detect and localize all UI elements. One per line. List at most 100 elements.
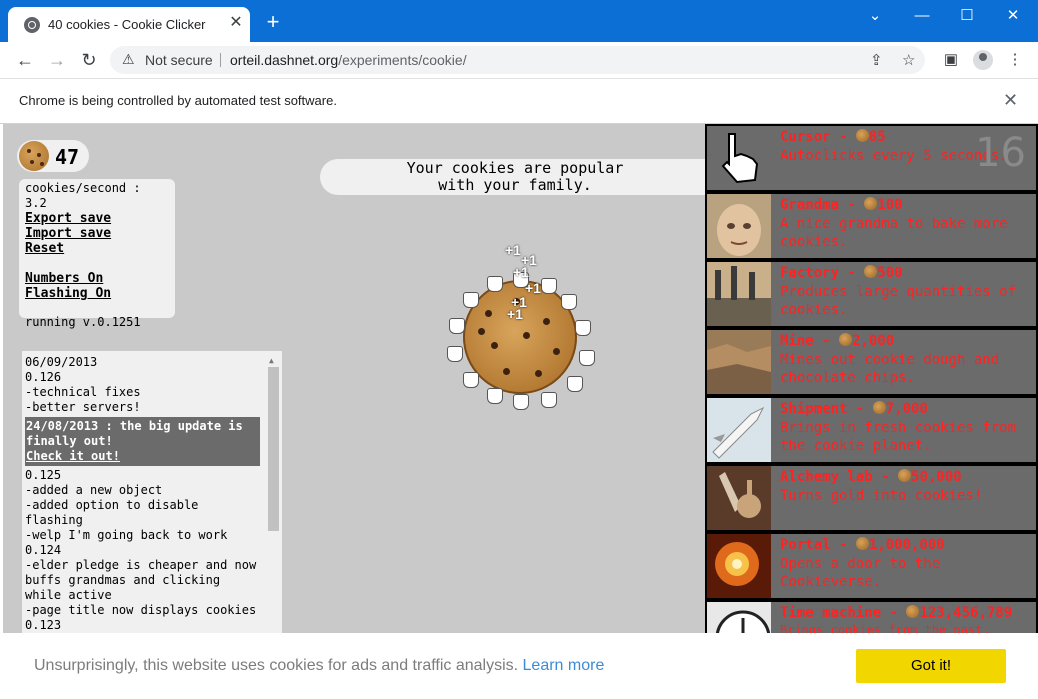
- close-window-button[interactable]: ✕: [998, 6, 1028, 26]
- browser-toolbar: ← → ↻ ⚠ Not secure orteil.dashnet.org/ex…: [0, 42, 1038, 79]
- store-item-portal[interactable]: Portal - 1,000,000 Opens a door to the C…: [707, 534, 1036, 598]
- cursor-icon: [707, 126, 771, 190]
- cursor-hand-icon: [449, 318, 465, 334]
- item-description: Brings in fresh cookies from the cookie …: [780, 420, 1017, 454]
- item-name: Grandma - 100: [780, 197, 903, 213]
- store-item-factory[interactable]: Factory - 500 Produces large quantities …: [707, 262, 1036, 326]
- tab-search-chevron-icon[interactable]: ⌄: [860, 6, 890, 26]
- browser-tab[interactable]: 40 cookies - Cookie Clicker ✕: [8, 7, 250, 42]
- plus-one-popup: +1: [513, 264, 529, 280]
- close-icon[interactable]: ✕: [1003, 90, 1018, 111]
- plus-one-popup: +1: [505, 242, 521, 258]
- mine-icon: [707, 330, 771, 394]
- store-item-grandma[interactable]: Grandma - 100 A nice grandma to bake mor…: [707, 194, 1036, 258]
- cookie-icon: [855, 537, 869, 550]
- cookie-consent-banner: Unsurprisingly, this website uses cookie…: [3, 633, 1038, 699]
- news-line: Your cookies are popular: [406, 159, 624, 177]
- portal-icon: [707, 534, 771, 598]
- globe-icon: [24, 17, 40, 33]
- cookie-icon: [864, 265, 878, 278]
- import-save-link[interactable]: Import save: [25, 226, 169, 241]
- cookie-count: 47: [55, 145, 80, 169]
- changelog-line: -added a new object: [25, 483, 163, 497]
- plus-one-popup: +1: [507, 306, 523, 322]
- item-description: Mines out cookie dough and chocolate chi…: [780, 352, 1000, 386]
- url-text[interactable]: orteil.dashnet.org/experiments/cookie/: [230, 52, 467, 68]
- item-name: Shipment - 7,000: [780, 401, 928, 417]
- alchemy-lab-icon: [707, 466, 771, 530]
- plus-one-popup: +1: [525, 280, 541, 296]
- changelog-line: 0.125: [25, 468, 62, 482]
- reset-link[interactable]: Reset: [25, 241, 169, 256]
- close-tab-icon[interactable]: ✕: [226, 13, 246, 33]
- news-ticker: Your cookies are popular with your famil…: [320, 159, 710, 195]
- numbers-toggle-link[interactable]: Numbers On: [25, 271, 169, 286]
- store-item-mine[interactable]: Mine - 2,000 Mines out cookie dough and …: [707, 330, 1036, 394]
- cursor-hand-icon: [579, 350, 595, 366]
- cursor-hand-icon: [487, 276, 503, 292]
- menu-kebab-icon[interactable]: ⋮: [1004, 50, 1026, 72]
- item-name: Factory - 500: [780, 265, 903, 281]
- shipment-icon: [707, 398, 771, 462]
- flashing-toggle-link[interactable]: Flashing On: [25, 286, 169, 301]
- cookie-icon: [906, 605, 920, 618]
- cookie-icon: [19, 141, 49, 171]
- store-item-alchemy-lab[interactable]: Alchemy lab - 50,000 Turns gold into coo…: [707, 466, 1036, 530]
- changelog-line: 06/09/2013: [25, 355, 98, 369]
- stats-panel: cookies/second : 3.2 Export save Import …: [19, 179, 175, 329]
- cursor-hand-icon: [567, 376, 583, 392]
- cursor-hand-icon: [541, 392, 557, 408]
- address-bar[interactable]: ⚠ Not secure orteil.dashnet.org/experime…: [110, 46, 925, 74]
- item-description: A nice grandma to bake more cookies.: [780, 216, 1008, 250]
- factory-icon: [707, 262, 771, 326]
- tab-title: 40 cookies - Cookie Clicker: [48, 17, 206, 32]
- cookie-icon: [872, 401, 886, 414]
- security-label[interactable]: Not secure: [145, 52, 213, 68]
- check-it-out-link[interactable]: Check it out!: [26, 449, 259, 464]
- reload-icon[interactable]: ↻: [78, 49, 100, 71]
- browser-title-bar: 40 cookies - Cookie Clicker ✕ + ⌄ — ☐ ✕: [0, 0, 1038, 42]
- star-icon[interactable]: ☆: [902, 51, 915, 69]
- export-save-link[interactable]: Export save: [25, 211, 169, 226]
- item-name: Alchemy lab - 50,000: [780, 469, 962, 485]
- new-tab-button[interactable]: +: [262, 11, 284, 33]
- changelog-line: 0.124: [25, 543, 62, 557]
- changelog-line: -welp I'm going back to work: [25, 528, 228, 542]
- changelog-line: -better servers!: [25, 400, 141, 414]
- share-icon[interactable]: ⇪: [870, 51, 883, 69]
- got-it-button[interactable]: Got it!: [856, 649, 1006, 683]
- scroll-up-arrow-icon[interactable]: ▲: [269, 353, 274, 368]
- cursor-hand-icon: [487, 388, 503, 404]
- minimize-button[interactable]: —: [907, 6, 937, 26]
- forward-arrow-icon[interactable]: →: [46, 49, 68, 71]
- changelog-line: 0.126: [25, 370, 62, 384]
- infobar-text: Chrome is being controlled by automated …: [19, 93, 337, 108]
- changelog-line: -added option to disable flashing: [25, 498, 199, 527]
- cookie-icon: [855, 129, 869, 142]
- changelog-line: 0.123: [25, 618, 62, 632]
- cookies-per-second: cookies/second : 3.2: [25, 181, 141, 210]
- scroll-thumb[interactable]: [268, 367, 279, 531]
- announcement-title: 24/08/2013 : the big update is finally o…: [26, 419, 243, 448]
- learn-more-link[interactable]: Learn more: [523, 657, 605, 674]
- cookie-icon: [839, 333, 853, 346]
- profile-avatar[interactable]: [973, 50, 993, 70]
- game-page: 47 cookies/second : 3.2 Export save Impo…: [3, 124, 1038, 699]
- warning-icon[interactable]: ⚠: [122, 51, 135, 68]
- side-panel-icon[interactable]: ▣: [940, 50, 962, 72]
- divider: [220, 53, 221, 67]
- item-name: Portal - 1,000,000: [780, 537, 945, 553]
- item-owned-count: 16: [975, 130, 1026, 176]
- cursor-hand-icon: [513, 394, 529, 410]
- maximize-button[interactable]: ☐: [952, 6, 982, 26]
- item-description: Produces large quantities of cookies.: [780, 284, 1017, 318]
- cursor-hand-icon: [561, 294, 577, 310]
- back-arrow-icon[interactable]: ←: [14, 49, 36, 71]
- cursor-hand-icon: [463, 372, 479, 388]
- item-name: Time machine - 123,456,789: [780, 605, 1013, 621]
- grandma-icon: [707, 194, 771, 258]
- store-item-shipment[interactable]: Shipment - 7,000 Brings in fresh cookies…: [707, 398, 1036, 462]
- cookie-icon: [864, 197, 878, 210]
- store-item-cursor[interactable]: Cursor - 85 Autoclicks every 5 seconds. …: [707, 126, 1036, 190]
- store-panel: Cursor - 85 Autoclicks every 5 seconds. …: [705, 124, 1038, 699]
